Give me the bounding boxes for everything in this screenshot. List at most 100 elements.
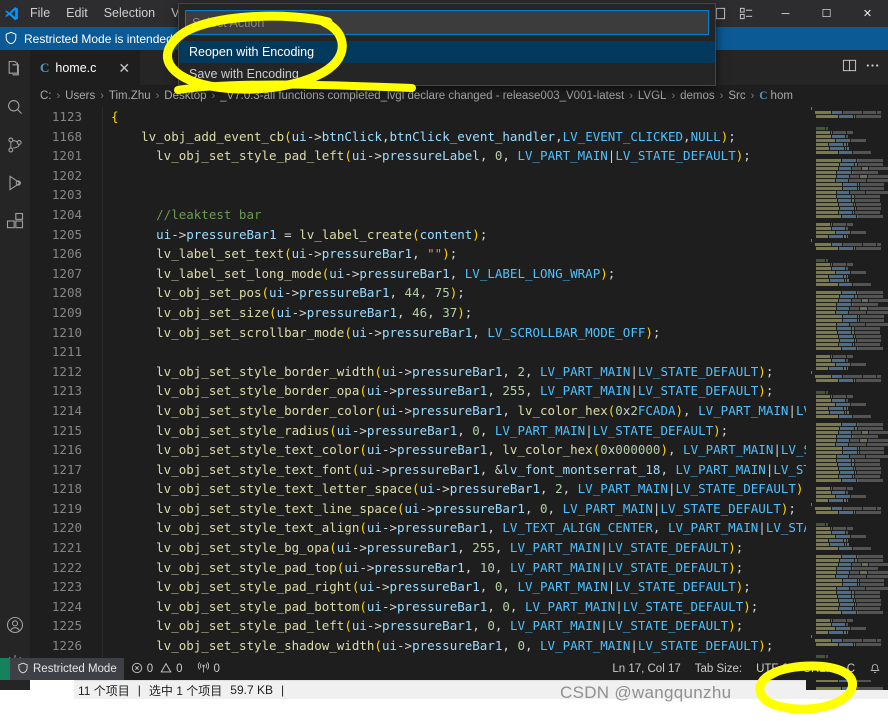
minimap-line: [807, 259, 888, 262]
quick-pick-item-0[interactable]: Reopen with Encoding: [179, 41, 715, 63]
run-debug-icon[interactable]: [0, 164, 30, 202]
source-control-icon[interactable]: [0, 126, 30, 164]
minimap-line: [807, 199, 888, 202]
minimap-line: [807, 359, 888, 362]
breadcrumb-separator: ›: [100, 90, 104, 102]
minimap[interactable]: [806, 107, 888, 690]
breadcrumb-item-7[interactable]: Src: [728, 90, 745, 102]
close-icon[interactable]: ✕: [118, 61, 130, 75]
minimap-line: [807, 615, 888, 618]
line-number: 1207: [51, 265, 82, 281]
code-line[interactable]: lv_obj_set_style_text_font(ui->pressureB…: [103, 460, 888, 480]
menu-edit[interactable]: Edit: [58, 0, 96, 27]
line-number: 1210: [51, 324, 82, 340]
status-ports[interactable]: 0: [190, 658, 227, 680]
code-line[interactable]: lv_label_set_long_mode(ui->pressureBar1,…: [103, 264, 888, 284]
code-line[interactable]: lv_obj_set_style_pad_left(ui->pressureBa…: [103, 616, 888, 636]
minimap-line: [807, 551, 888, 554]
code-line[interactable]: lv_obj_set_style_shadow_width(ui->pressu…: [103, 636, 888, 656]
error-icon: [131, 662, 143, 677]
search-icon[interactable]: [0, 88, 30, 126]
code-line[interactable]: lv_obj_set_style_text_align(ui->pressure…: [103, 518, 888, 538]
code-line[interactable]: //leaktest bar: [103, 205, 888, 225]
line-number: 1215: [51, 422, 82, 438]
minimap-line: [807, 255, 888, 258]
close-button[interactable]: ✕: [847, 0, 888, 27]
code-line[interactable]: lv_obj_set_style_pad_left(ui->pressureLa…: [103, 146, 888, 166]
minimap-line: [807, 427, 888, 430]
minimap-line: [807, 123, 888, 126]
more-actions-icon[interactable]: [865, 58, 880, 78]
status-problems[interactable]: 0 0: [124, 658, 190, 680]
status-language-mode[interactable]: C: [840, 658, 862, 680]
line-number: 1214: [51, 402, 82, 418]
code-line[interactable]: lv_obj_set_style_text_color(ui->pressure…: [103, 440, 888, 460]
minimap-line: [807, 375, 888, 378]
minimap-line: [807, 175, 888, 178]
code-line[interactable]: lv_obj_set_pos(ui->pressureBar1, 44, 75)…: [103, 283, 888, 303]
quick-pick-widget[interactable]: Reopen with EncodingSave with Encoding: [178, 3, 716, 86]
code-content[interactable]: { lv_obj_add_event_cb(ui->btnClick,btnCl…: [102, 107, 888, 690]
extensions-icon[interactable]: [0, 202, 30, 240]
code-line[interactable]: [103, 185, 888, 205]
maximize-button[interactable]: ☐: [806, 0, 847, 27]
minimap-line: [807, 147, 888, 150]
code-line[interactable]: [103, 342, 888, 362]
minimap-line: [807, 111, 888, 114]
code-line[interactable]: lv_obj_set_scrollbar_mode(ui->pressureBa…: [103, 323, 888, 343]
status-eol[interactable]: CRLF: [796, 658, 840, 680]
account-icon[interactable]: [0, 606, 30, 644]
explorer-icon[interactable]: [0, 50, 30, 88]
line-number: 1205: [51, 226, 82, 242]
code-line[interactable]: lv_obj_set_style_pad_bottom(ui->pressure…: [103, 597, 888, 617]
code-line[interactable]: lv_obj_set_style_pad_right(ui->pressureB…: [103, 577, 888, 597]
minimap-line: [807, 363, 888, 366]
minimap-line: [807, 647, 888, 650]
status-encoding[interactable]: UTF-8: [749, 658, 796, 680]
code-editor[interactable]: 1123 1168 1201 1202 1203 1204 1205 1206 1207 1208…: [30, 107, 888, 690]
code-line[interactable]: {: [103, 107, 888, 127]
code-line[interactable]: lv_obj_set_style_border_opa(ui->pressure…: [103, 381, 888, 401]
quick-pick-item-1[interactable]: Save with Encoding: [179, 63, 715, 85]
quick-pick-input[interactable]: [185, 10, 709, 35]
breadcrumb-file[interactable]: hom: [771, 90, 793, 102]
code-line[interactable]: lv_obj_add_event_cb(ui->btnClick,btnClic…: [103, 127, 888, 147]
status-cursor-position[interactable]: Ln 17, Col 17: [605, 658, 687, 680]
code-line[interactable]: lv_obj_set_size(ui->pressureBar1, 46, 37…: [103, 303, 888, 323]
status-restricted-mode[interactable]: Restricted Mode: [10, 658, 124, 680]
code-line[interactable]: lv_obj_set_style_border_width(ui->pressu…: [103, 362, 888, 382]
breadcrumb-item-0[interactable]: C:: [40, 90, 52, 102]
minimize-button[interactable]: ─: [765, 0, 806, 27]
warning-icon: [160, 662, 172, 677]
tab-home-c[interactable]: C home.c ✕: [30, 50, 142, 85]
minimap-line: [807, 575, 888, 578]
code-line[interactable]: lv_label_set_text(ui->pressureBar1, "");: [103, 244, 888, 264]
status-tab-size[interactable]: Tab Size:: [688, 658, 749, 680]
menu-selection[interactable]: Selection: [96, 0, 163, 27]
code-line[interactable]: lv_obj_set_style_bg_opa(ui->pressureBar1…: [103, 538, 888, 558]
split-editor-icon[interactable]: [842, 58, 857, 78]
minimap-line: [807, 491, 888, 494]
code-line[interactable]: lv_obj_set_style_text_line_space(ui->pre…: [103, 499, 888, 519]
explorer-status-bar: 11 个项目 | 选中 1 个项目 59.7 KB |: [0, 680, 888, 699]
bell-icon[interactable]: [862, 658, 888, 680]
breadcrumb-item-2[interactable]: Tim.Zhu: [109, 90, 151, 102]
code-line[interactable]: [103, 166, 888, 186]
code-line[interactable]: lv_obj_set_style_radius(ui->pressureBar1…: [103, 421, 888, 441]
quick-pick-list[interactable]: Reopen with Encoding Save with Encoding: [179, 41, 715, 85]
code-line[interactable]: lv_obj_set_style_border_color(ui->pressu…: [103, 401, 888, 421]
code-line[interactable]: lv_obj_set_style_pad_top(ui->pressureBar…: [103, 558, 888, 578]
breadcrumb-item-4[interactable]: _V7.0.3-all functions completed_lvgl dec…: [220, 90, 624, 102]
remote-indicator-icon[interactable]: [0, 658, 10, 680]
breadcrumb-item-6[interactable]: demos: [680, 90, 715, 102]
minimap-line: [807, 107, 888, 110]
customize-layout-icon[interactable]: [733, 0, 759, 27]
code-line[interactable]: ui->pressureBar1 = lv_label_create(conte…: [103, 225, 888, 245]
breadcrumb-item-5[interactable]: LVGL: [638, 90, 667, 102]
breadcrumb-item-1[interactable]: Users: [65, 90, 95, 102]
line-number: 1216: [51, 442, 82, 458]
code-line[interactable]: lv_obj_set_style_text_letter_space(ui->p…: [103, 479, 888, 499]
menu-file[interactable]: File: [22, 0, 58, 27]
breadcrumb-item-3[interactable]: Desktop: [164, 90, 206, 102]
minimap-line: [807, 231, 888, 234]
